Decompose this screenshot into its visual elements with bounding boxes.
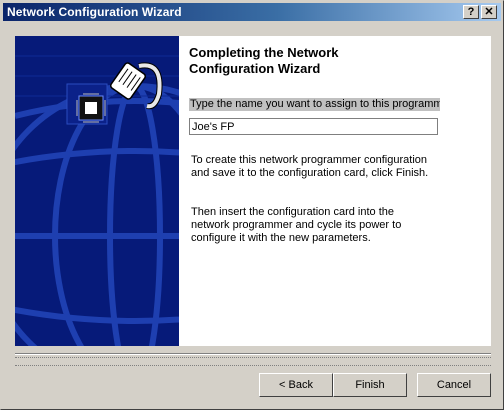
finish-instructions-line-2: and save it to the configuration card, c… bbox=[191, 167, 429, 179]
finish-instructions-line-1: To create this network programmer config… bbox=[191, 154, 427, 166]
button-separator bbox=[15, 353, 491, 355]
back-button[interactable]: < Back bbox=[259, 373, 333, 397]
dotted-separator bbox=[15, 357, 491, 358]
dotted-separator-lower bbox=[15, 365, 491, 366]
finish-instructions: To create this network programmer config… bbox=[191, 154, 441, 180]
finish-button[interactable]: Finish bbox=[333, 373, 407, 397]
title-bar: Network Configuration Wizard ? ✕ bbox=[3, 3, 501, 21]
card-instructions-line-3: configure it with the new parameters. bbox=[191, 232, 371, 244]
close-button[interactable]: ✕ bbox=[481, 5, 497, 19]
card-instructions-line-1: Then insert the configuration card into … bbox=[191, 206, 395, 218]
window-title: Network Configuration Wizard bbox=[7, 5, 182, 19]
page-heading: Completing the Network Configuration Wiz… bbox=[189, 45, 479, 77]
name-prompt-label: Type the name you want to assign to this… bbox=[189, 98, 440, 111]
heading-line-1: Completing the Network bbox=[189, 45, 339, 60]
cancel-button[interactable]: Cancel bbox=[417, 373, 491, 397]
wizard-window: Network Configuration Wizard ? ✕ Complet… bbox=[0, 0, 504, 410]
wizard-side-image bbox=[15, 36, 179, 346]
card-instructions-line-2: network programmer and cycle its power t… bbox=[191, 219, 402, 231]
wizard-content: Completing the Network Configuration Wiz… bbox=[179, 36, 491, 346]
network-cable-globe-icon bbox=[15, 36, 179, 346]
card-instructions: Then insert the configuration card into … bbox=[191, 206, 441, 245]
programmer-name-input[interactable] bbox=[189, 118, 438, 135]
heading-line-2: Configuration Wizard bbox=[189, 61, 321, 76]
help-button[interactable]: ? bbox=[463, 5, 479, 19]
